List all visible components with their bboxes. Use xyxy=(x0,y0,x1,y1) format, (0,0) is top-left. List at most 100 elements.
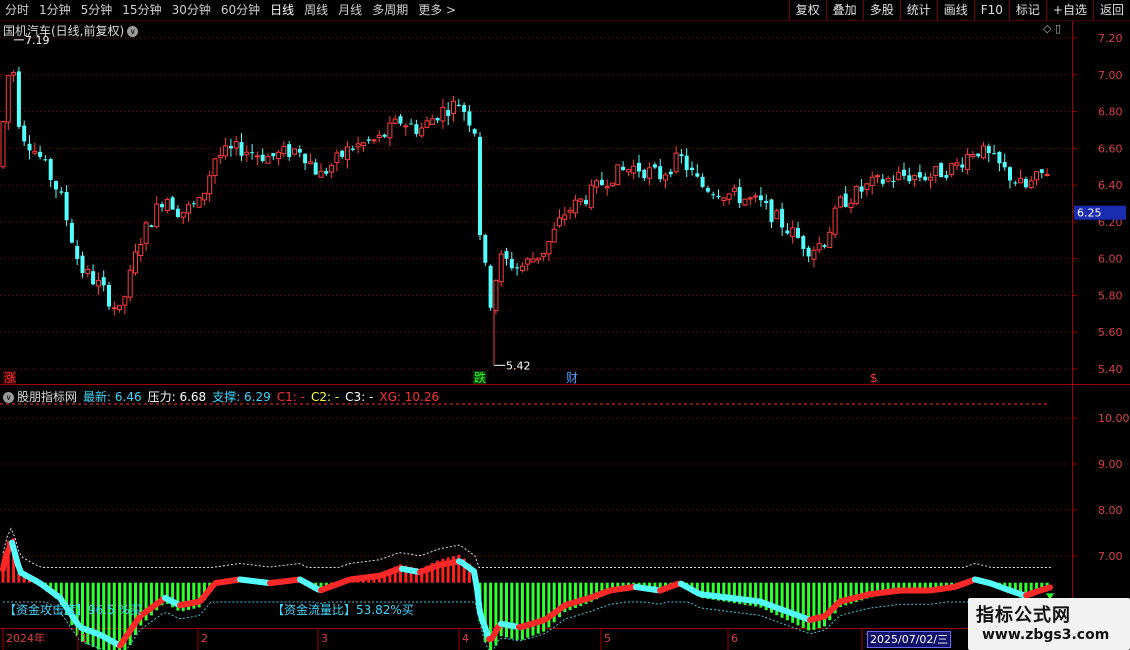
tab-period-2[interactable]: 5分钟 xyxy=(76,0,118,20)
toolbar-button-0[interactable]: 复权 xyxy=(788,0,826,20)
candle-body-down xyxy=(504,251,509,259)
toolbar-button-1[interactable]: 叠加 xyxy=(825,0,863,20)
panel-tools: ◇ ▯ xyxy=(1043,22,1061,35)
indicator-value-4: C2: - xyxy=(310,390,340,404)
current-price-text: 6.25 xyxy=(1077,207,1102,220)
candle-body-up xyxy=(360,142,366,147)
candle-body-down xyxy=(705,187,710,192)
flow-histogram-bar xyxy=(542,582,546,632)
candle-body-down xyxy=(435,117,440,121)
candle-body-down xyxy=(907,175,912,182)
candle-body-up xyxy=(154,203,160,228)
candle-body-up xyxy=(223,145,229,157)
tab-period-1[interactable]: 1分钟 xyxy=(34,0,76,20)
tab-period-10[interactable]: 更多 > xyxy=(413,0,461,20)
candle-body-up xyxy=(217,155,223,159)
toolbar-button-4[interactable]: 画线 xyxy=(936,0,974,20)
candle-body-down xyxy=(764,200,769,204)
tab-period-4[interactable]: 30分钟 xyxy=(167,0,216,20)
flow-histogram-bar xyxy=(510,582,514,639)
time-axis-label: 2 xyxy=(201,632,208,645)
candle-body-up xyxy=(318,170,324,178)
candle-body-up xyxy=(440,106,446,122)
layout-icon[interactable]: ▯ xyxy=(1055,22,1061,35)
candle-body-down xyxy=(700,176,705,187)
candle-body-down xyxy=(260,154,265,162)
toolbar-button-7[interactable]: +自选 xyxy=(1045,0,1093,20)
candle-body-down xyxy=(801,236,806,249)
tab-period-6[interactable]: 日线 xyxy=(265,0,299,20)
candle-body-up xyxy=(1028,180,1034,188)
candle-body-down xyxy=(1039,169,1044,173)
tab-period-0[interactable]: 分时 xyxy=(0,0,34,20)
time-axis-label: 3 xyxy=(321,632,328,645)
candle-body-down xyxy=(382,134,387,137)
candle-body-up xyxy=(896,171,902,180)
flow-histogram-bar xyxy=(801,582,805,628)
candle-body-up xyxy=(885,177,891,182)
diamond-icon[interactable]: ◇ xyxy=(1043,22,1051,35)
candle-body-up xyxy=(869,176,875,186)
candle-body-down xyxy=(690,167,694,170)
flow-histogram-bar xyxy=(526,582,530,638)
flow-histogram-bar xyxy=(812,582,816,630)
candle-body-up xyxy=(610,182,615,186)
candle-body-up xyxy=(519,265,525,272)
candle-body-up xyxy=(572,199,578,214)
candle-body-down xyxy=(64,191,69,221)
candle-body-up xyxy=(281,146,287,155)
toolbar-button-2[interactable]: 多股 xyxy=(862,0,900,20)
toolbar-button-5[interactable]: F10 xyxy=(973,0,1009,20)
candle-body-up xyxy=(837,196,843,208)
candle-body-down xyxy=(483,234,488,263)
watermark-url: www.zbgs3.com xyxy=(982,627,1110,643)
candle-body-up xyxy=(0,121,6,168)
candle-body-down xyxy=(48,159,53,181)
candle-body-down xyxy=(679,154,684,157)
price-axis-label: 6.40 xyxy=(1098,179,1123,192)
candle-body-up xyxy=(864,183,870,191)
toolbar-button-8[interactable]: 返回 xyxy=(1092,0,1130,20)
chevron-down-icon[interactable]: ∨ xyxy=(3,392,14,403)
candle-body-down xyxy=(340,150,345,157)
tab-period-5[interactable]: 60分钟 xyxy=(216,0,265,20)
capital-line-segment xyxy=(1044,584,1053,592)
candle-body-down xyxy=(992,153,997,155)
candle-body-down xyxy=(59,191,64,193)
candle-body-up xyxy=(625,169,631,173)
candle-body-up xyxy=(111,307,117,310)
candle-body-down xyxy=(939,163,944,178)
indicator-value-2: 支撑: 6.29 xyxy=(212,390,271,404)
candle-body-down xyxy=(22,125,27,142)
toolbar-button-3[interactable]: 统计 xyxy=(899,0,937,20)
candle-body-up xyxy=(334,152,340,164)
candle-body-down xyxy=(976,153,981,157)
candle-body-up xyxy=(212,158,218,177)
tab-period-3[interactable]: 15分钟 xyxy=(117,0,166,20)
chevron-down-icon[interactable]: ∨ xyxy=(127,26,139,37)
flow-histogram-bar xyxy=(536,582,540,634)
tab-period-7[interactable]: 周线 xyxy=(299,0,333,20)
tab-period-9[interactable]: 多周期 xyxy=(367,0,413,20)
indicator-axis-label: 7.00 xyxy=(1098,550,1123,563)
stock-title-text: 国机汽车(日线,前复权) xyxy=(3,24,125,38)
candle-body-up xyxy=(731,187,737,192)
candle-body-up xyxy=(371,139,377,142)
candle-body-down xyxy=(472,129,477,134)
price-axis-label: 5.60 xyxy=(1098,326,1123,339)
price-axis-label: 6.80 xyxy=(1098,106,1123,119)
toolbar-button-6[interactable]: 标记 xyxy=(1008,0,1046,20)
candle-body-down xyxy=(668,171,673,175)
candle-body-down xyxy=(769,199,774,223)
candle-body-down xyxy=(584,199,588,205)
tab-period-8[interactable]: 月线 xyxy=(333,0,367,20)
flow-histogram-bar xyxy=(807,582,811,631)
candle-body-down xyxy=(191,203,196,205)
chart-canvas[interactable]: 7.207.006.806.606.406.206.005.805.605.40… xyxy=(0,0,1130,650)
candle-body-down xyxy=(478,136,482,236)
indicator-axis-label: 9.00 xyxy=(1098,458,1123,471)
candle-body-up xyxy=(1018,177,1024,184)
candle-body-up xyxy=(345,146,350,161)
candle-body-up xyxy=(721,197,727,201)
candle-body-down xyxy=(737,187,742,204)
